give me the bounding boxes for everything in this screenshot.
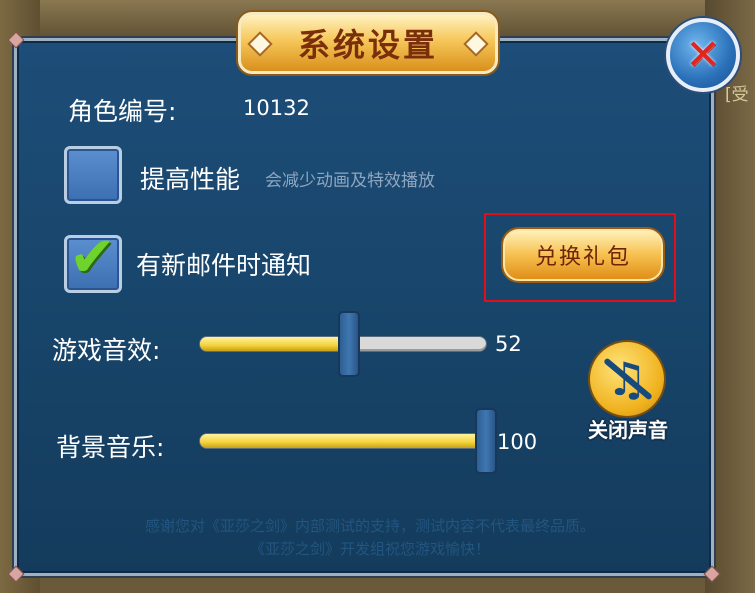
performance-checkbox[interactable] [64, 146, 122, 204]
checkmark-icon: ✔ [69, 225, 116, 290]
sound-effects-label: 游戏音效: [52, 336, 161, 365]
redeem-gift-label: 兑换礼包 [534, 245, 631, 270]
notice-line-1: 感谢您对《亚莎之剑》内部测试的支持，测试内容不代表最终品质。 [144, 517, 595, 535]
background-side-tag: [受 [725, 85, 749, 105]
diamond-ornament-icon [247, 31, 273, 57]
sound-effects-fill [200, 337, 349, 351]
music-value: 100 [497, 430, 538, 454]
role-id-value: 10132 [243, 96, 310, 120]
notice-line-2: 《亚莎之剑》开发组祝您游戏愉快！ [249, 540, 490, 558]
performance-label: 提高性能 [140, 165, 241, 194]
page-title: 系统设置 [297, 26, 438, 64]
title-plate: 系统设置 [238, 12, 498, 74]
close-button[interactable]: ✕ [666, 18, 740, 92]
sound-effects-value: 52 [495, 332, 522, 356]
music-label: 背景音乐: [56, 433, 165, 462]
mute-label[interactable]: 关闭声音 [578, 414, 678, 443]
diamond-ornament-icon [463, 31, 489, 57]
music-handle[interactable] [475, 408, 497, 474]
performance-hint: 会减少动画及特效播放 [265, 171, 435, 191]
sound-effects-handle[interactable] [337, 311, 360, 377]
music-fill [200, 434, 486, 448]
mail-notify-label: 有新邮件时通知 [136, 251, 312, 280]
mail-notify-checkbox[interactable]: ✔ [64, 230, 122, 293]
close-icon: ✕ [685, 30, 721, 79]
music-slider[interactable] [200, 434, 486, 448]
redeem-gift-button[interactable]: 兑换礼包 [503, 229, 663, 281]
role-id-label: 角色编号: [68, 97, 177, 126]
mute-button[interactable]: ♫ [590, 342, 664, 416]
